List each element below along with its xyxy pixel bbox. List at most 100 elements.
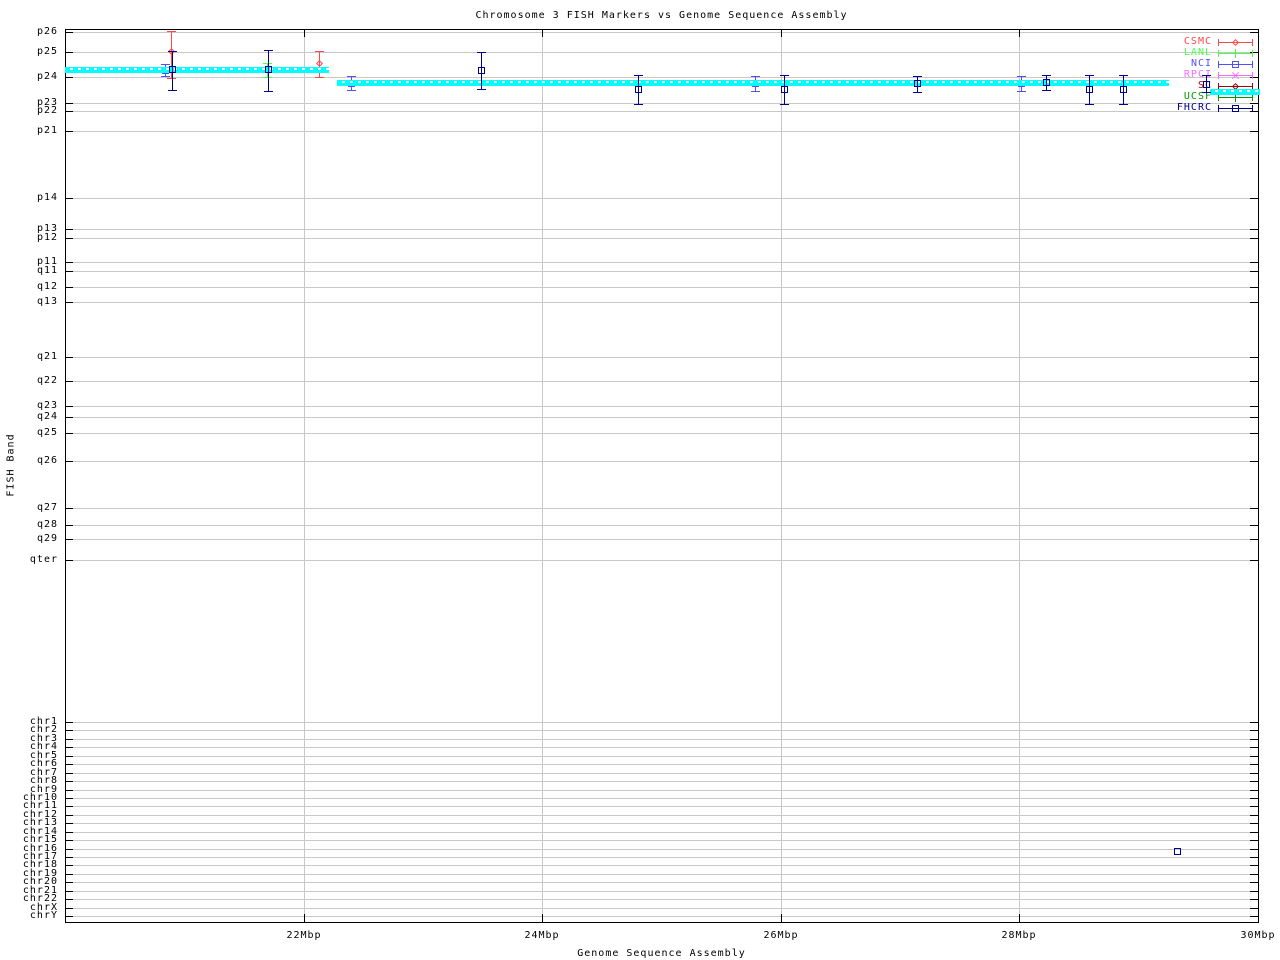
y-tick-left bbox=[65, 806, 73, 807]
y-tick-left bbox=[65, 131, 73, 132]
y-tick-left bbox=[65, 756, 73, 757]
y-tick-right bbox=[1250, 773, 1258, 774]
y-tick-right bbox=[1250, 508, 1258, 509]
fish-marker-chart: Chromosome 3 FISH Markers vs Genome Sequ… bbox=[0, 0, 1280, 960]
y-tick-right bbox=[1250, 823, 1258, 824]
data-point-fhcrc bbox=[264, 66, 272, 73]
legend-label-ucsf: UCSF bbox=[1183, 91, 1212, 102]
y-tick-left bbox=[65, 111, 73, 112]
legend-sample-cap bbox=[1252, 61, 1253, 68]
x-tick-label: 26Mbp bbox=[763, 930, 799, 941]
errorbar-cap bbox=[634, 103, 643, 105]
y-tick-left bbox=[65, 730, 73, 731]
y-tick-left bbox=[65, 302, 73, 303]
data-point-fhcrc bbox=[1202, 80, 1210, 88]
y-tick-right bbox=[1250, 271, 1258, 272]
y-tick-right bbox=[1250, 381, 1258, 382]
y-tick-left bbox=[65, 790, 73, 791]
assembly-band bbox=[1210, 89, 1260, 95]
chart-title: Chromosome 3 FISH Markers vs Genome Sequ… bbox=[475, 10, 848, 21]
y-tick-left bbox=[65, 103, 73, 104]
x-tick-bottom bbox=[1258, 914, 1259, 922]
assembly-band-dashes bbox=[65, 67, 329, 70]
errorbar-cap bbox=[315, 51, 324, 52]
x-tick-bottom bbox=[304, 914, 305, 922]
y-band-tick-label: p14 bbox=[36, 192, 58, 203]
legend-sample-cap bbox=[1252, 94, 1253, 101]
x-tick-label: 30Mbp bbox=[1240, 930, 1276, 941]
y-tick-left bbox=[65, 849, 73, 850]
y-band-tick-label: p21 bbox=[36, 125, 58, 136]
errorbar-cap bbox=[168, 89, 177, 91]
errorbar-cap bbox=[1119, 75, 1128, 76]
y-tick-left bbox=[65, 381, 73, 382]
legend-sample-cap bbox=[1218, 94, 1219, 101]
y-band-tick-label: q21 bbox=[36, 351, 58, 362]
y-tick-left bbox=[65, 262, 73, 263]
y-tick-right bbox=[1250, 891, 1258, 892]
x-tick-top bbox=[1019, 29, 1020, 37]
errorbar-cap bbox=[751, 90, 760, 92]
errorbar-cap bbox=[634, 75, 643, 76]
y-tick-left bbox=[65, 832, 73, 833]
data-point-fhcrc bbox=[1173, 847, 1181, 855]
y-tick-right bbox=[1250, 238, 1258, 239]
errorbar-cap bbox=[913, 76, 922, 77]
x-tick-bottom bbox=[1019, 914, 1020, 922]
errorbar-cap bbox=[161, 64, 170, 65]
y-tick-right bbox=[1250, 406, 1258, 407]
y-tick-right bbox=[1250, 722, 1258, 723]
y-tick-right bbox=[1250, 32, 1258, 33]
errorbar-cap bbox=[264, 50, 273, 51]
y-tick-right bbox=[1250, 874, 1258, 875]
y-tick-right bbox=[1250, 262, 1258, 263]
y-tick-right bbox=[1250, 899, 1258, 900]
y-tick-left bbox=[65, 406, 73, 407]
data-point-fhcrc bbox=[913, 80, 921, 87]
errorbar-cap bbox=[1017, 90, 1026, 92]
y-tick-right bbox=[1250, 417, 1258, 418]
errorbar-cap bbox=[168, 50, 177, 52]
y-tick-right bbox=[1250, 461, 1258, 462]
y-tick-right bbox=[1250, 560, 1258, 561]
y-chromosome-tick-label: chrY bbox=[29, 910, 58, 921]
y-tick-left bbox=[65, 815, 73, 816]
y-tick-left bbox=[65, 739, 73, 740]
y-tick-right bbox=[1250, 433, 1258, 434]
y-band-tick-label: q28 bbox=[36, 519, 58, 530]
y-tick-left bbox=[65, 798, 73, 799]
y-tick-left bbox=[65, 198, 73, 199]
y-tick-left bbox=[65, 417, 73, 418]
y-tick-right bbox=[1250, 815, 1258, 816]
data-point-fhcrc bbox=[634, 86, 642, 93]
y-tick-left bbox=[65, 747, 73, 748]
legend-sample-cap bbox=[1218, 39, 1219, 46]
y-band-tick-label: q24 bbox=[36, 411, 58, 422]
y-band-tick-label: q25 bbox=[36, 427, 58, 438]
errorbar-cap bbox=[1202, 91, 1211, 93]
y-tick-left bbox=[65, 764, 73, 765]
data-point-fhcrc bbox=[1042, 79, 1050, 86]
y-tick-left bbox=[65, 891, 73, 892]
y-tick-left bbox=[65, 916, 73, 917]
y-tick-right bbox=[1250, 832, 1258, 833]
y-tick-left bbox=[65, 287, 73, 288]
y-tick-left bbox=[65, 525, 73, 526]
y-tick-right bbox=[1250, 908, 1258, 909]
errorbar-cap bbox=[780, 103, 789, 105]
y-band-tick-label: q29 bbox=[36, 533, 58, 544]
errorbar-cap bbox=[264, 90, 273, 92]
errorbar-cap bbox=[1042, 75, 1051, 76]
x-tick-top bbox=[781, 29, 782, 37]
y-band-tick-label: q12 bbox=[36, 281, 58, 292]
y-tick-right bbox=[1250, 849, 1258, 850]
errorbar-cap bbox=[1085, 103, 1094, 105]
y-tick-left bbox=[65, 773, 73, 774]
y-tick-right bbox=[1250, 739, 1258, 740]
y-band-tick-label: q26 bbox=[36, 455, 58, 466]
y-tick-left bbox=[65, 840, 73, 841]
y-band-tick-label: q22 bbox=[36, 375, 58, 386]
data-point-fhcrc bbox=[477, 67, 485, 74]
y-tick-left bbox=[65, 560, 73, 561]
errorbar-cap bbox=[477, 52, 486, 53]
